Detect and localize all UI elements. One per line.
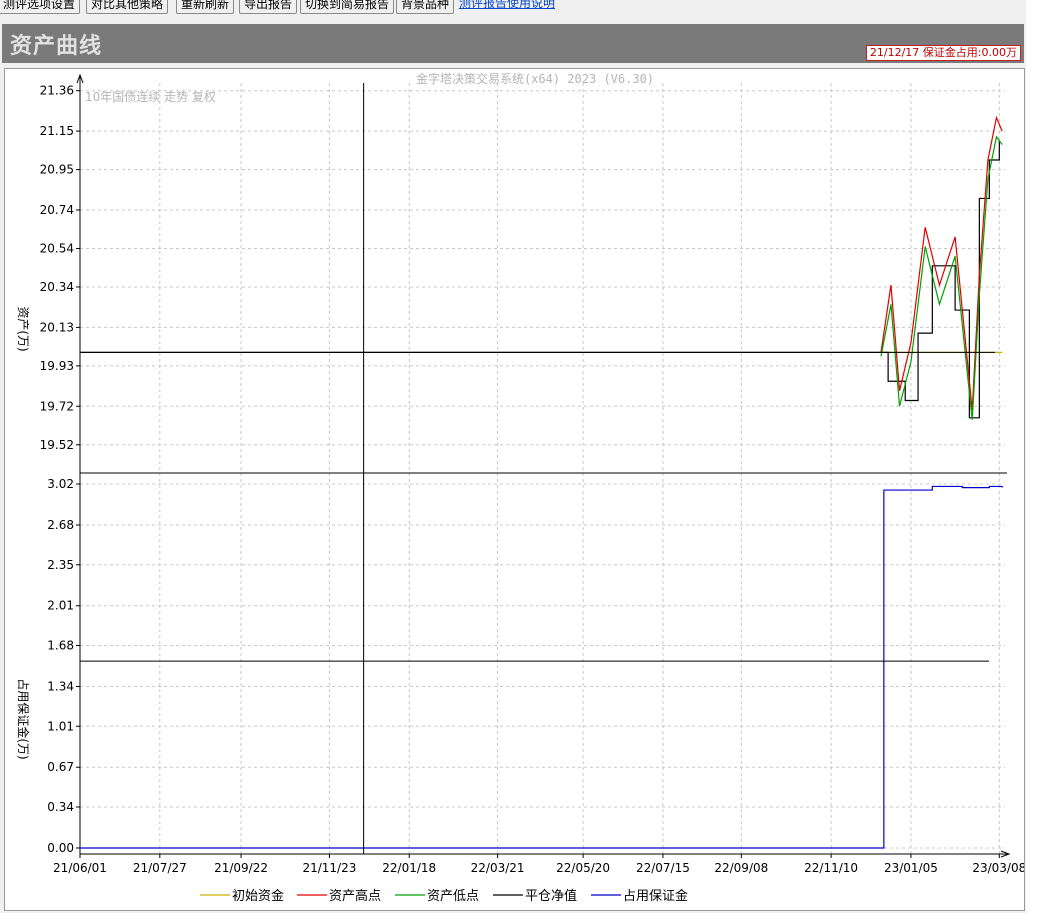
test-options-button[interactable]: 测评选项设置	[0, 0, 81, 14]
legend-item: 资产低点	[427, 889, 479, 904]
y-tick-label: 2.35	[47, 558, 74, 572]
x-tick-label: 23/01/05	[884, 861, 938, 875]
x-tick-label: 22/07/15	[636, 861, 690, 875]
grid-lines	[79, 83, 1005, 854]
y-tick-label: 0.34	[47, 800, 74, 814]
series-line	[880, 115, 1003, 411]
crosshair-status-box: 21/12/17 保证金占用:0.00万	[865, 45, 1021, 61]
legend-item: 初始资金	[232, 888, 284, 904]
chart-panel[interactable]: 金字塔决策交易系统(x64) 2023 (V6.30) 10年国债连续 走势 复…	[4, 68, 1025, 911]
y-tick-label: 0.67	[47, 760, 74, 774]
x-tick-label: 22/09/08	[714, 861, 768, 875]
x-tick-label: 22/01/18	[382, 861, 436, 875]
series-line	[80, 485, 1003, 849]
chart-legend: 初始资金 资产高点 资产低点 平仓净值 占用保证金	[200, 888, 688, 904]
x-tick-label: 21/09/22	[214, 861, 268, 875]
refresh-button[interactable]: 重新刷新	[176, 0, 235, 14]
y-tick-label: 19.52	[40, 438, 74, 452]
x-tick-label: 22/03/21	[471, 861, 525, 875]
series-layer	[80, 115, 1003, 849]
x-tick-label: 21/11/23	[302, 861, 356, 875]
margin-axis-label: 占用保证金(万)	[16, 678, 31, 759]
y-tick-label: 2.01	[47, 599, 74, 613]
y-tick-label: 20.34	[40, 280, 74, 294]
crosshair	[80, 83, 995, 854]
x-tick-label: 23/03/08	[972, 861, 1024, 875]
y-tick-label: 0.00	[47, 841, 74, 855]
legend-item: 占用保证金	[623, 888, 688, 904]
y-tick-label: 21.36	[40, 84, 74, 98]
asset-y-tick-labels: 21.36 21.15 20.95 20.74 20.54 20.34 20.13 19.93…	[40, 84, 80, 452]
x-tick-labels: 21/06/01 21/07/27 21/09/22 21/11/23 22/01/18…	[53, 854, 1024, 875]
background-symbol-button[interactable]: 背景品种	[396, 0, 455, 14]
y-tick-label: 21.15	[40, 124, 74, 138]
chart-watermark: 金字塔决策交易系统(x64) 2023 (V6.30)	[416, 71, 654, 86]
page-title: 资产曲线	[10, 34, 103, 59]
y-tick-label: 19.93	[40, 359, 74, 373]
legend-item: 资产高点	[329, 888, 381, 904]
series-line	[80, 140, 1000, 419]
y-tick-label: 2.68	[47, 518, 74, 532]
asset-chart-svg[interactable]: 金字塔决策交易系统(x64) 2023 (V6.30) 10年国债连续 走势 复…	[5, 69, 1024, 910]
asset-curve-header: 资产曲线 21/12/17 保证金占用:0.00万	[2, 24, 1024, 63]
report-help-link[interactable]: 测评报告使用说明	[459, 0, 555, 12]
y-tick-label: 20.13	[40, 320, 74, 334]
y-tick-label: 20.95	[40, 163, 74, 177]
x-tick-label: 21/06/01	[53, 861, 107, 875]
compare-strategy-button[interactable]: 对比其他策略	[86, 0, 169, 14]
y-tick-label: 19.72	[40, 399, 74, 413]
y-tick-label: 1.68	[47, 639, 74, 653]
y-tick-label: 20.54	[40, 241, 74, 255]
y-tick-label: 1.01	[47, 719, 74, 733]
toolbar: 测评选项设置 对比其他策略 重新刷新 导出报告 切换到简易报告 背景品种 测评报…	[0, 0, 1043, 14]
y-tick-label: 1.34	[47, 679, 74, 693]
legend-item: 平仓净值	[525, 888, 577, 904]
switch-simple-report-button[interactable]: 切换到简易报告	[300, 0, 395, 14]
x-tick-label: 22/11/10	[804, 861, 858, 875]
y-tick-label: 3.02	[47, 477, 74, 491]
axes	[76, 73, 1011, 858]
margin-y-tick-labels: 3.02 2.68 2.35 2.01 1.68 1.34 1.01 0.67 0.34 0.00	[47, 477, 80, 855]
asset-axis-label: 资产(万)	[16, 306, 30, 351]
x-tick-label: 22/05/20	[556, 861, 610, 875]
background-series-label: 10年国债连续 走势 复权	[85, 89, 216, 104]
right-edge-strip	[1026, 0, 1043, 913]
x-tick-label: 21/07/27	[133, 861, 187, 875]
export-report-button[interactable]: 导出报告	[239, 0, 298, 14]
y-tick-label: 20.74	[40, 203, 74, 217]
